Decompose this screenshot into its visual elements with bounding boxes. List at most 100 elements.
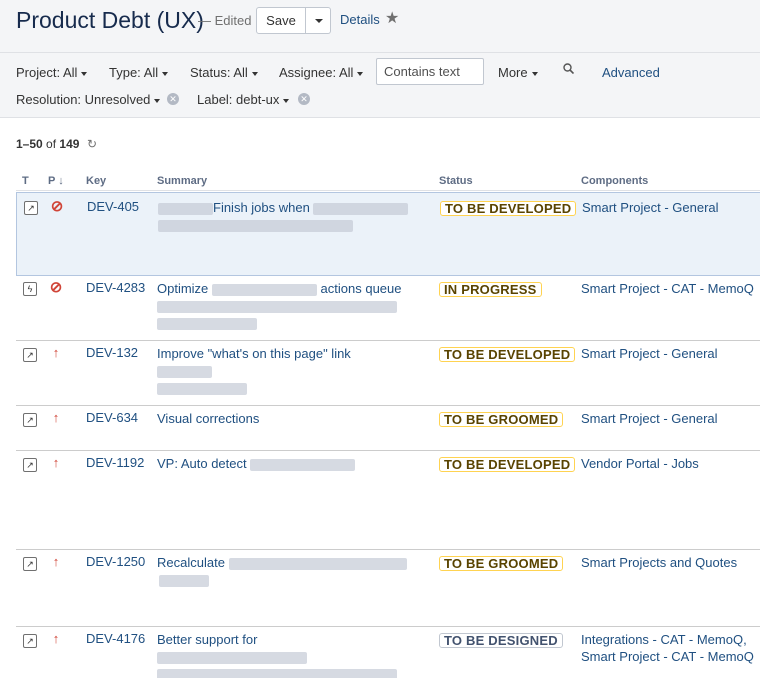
issue-key[interactable]: DEV-4283 bbox=[86, 280, 145, 295]
story-icon: ↗ bbox=[24, 201, 38, 215]
issue-key[interactable]: DEV-634 bbox=[86, 410, 138, 425]
column-header-status[interactable]: Status bbox=[439, 175, 473, 187]
status-filter[interactable]: Status: All bbox=[190, 65, 258, 80]
table-row[interactable]: ↗ ↑ DEV-1250 Recalculate TO BE GROOMED S… bbox=[16, 550, 760, 627]
chevron-down-icon bbox=[283, 98, 290, 103]
type-filter-label: Type: All bbox=[109, 65, 159, 80]
chevron-down-icon bbox=[357, 71, 364, 76]
issue-summary[interactable]: Recalculate bbox=[157, 554, 409, 588]
issue-component[interactable]: Vendor Portal - Jobs bbox=[581, 455, 699, 472]
table-row[interactable]: ϟ ⊘ DEV-4283 Optimize actions queue IN P… bbox=[16, 276, 760, 341]
status-badge: TO BE DEVELOPED bbox=[439, 347, 576, 362]
redacted-text bbox=[158, 219, 353, 232]
page-title: Product Debt (UX) bbox=[16, 7, 204, 33]
table-row[interactable]: ↗ ↑ DEV-634 Visual corrections TO BE GRO… bbox=[16, 406, 760, 451]
page-header: Product Debt (UX) — Edited Save Details … bbox=[0, 0, 760, 53]
edited-indicator: — Edited bbox=[198, 13, 252, 28]
issue-summary[interactable]: VP: Auto detect bbox=[157, 455, 409, 472]
redacted-text bbox=[313, 202, 409, 215]
advanced-search-link[interactable]: Advanced bbox=[602, 65, 660, 80]
issue-component[interactable]: Smart Project - General bbox=[582, 199, 719, 216]
redacted-text bbox=[157, 668, 397, 678]
redacted-text bbox=[157, 317, 257, 330]
chevron-down-icon bbox=[162, 71, 169, 76]
status-badge: TO BE GROOMED bbox=[439, 412, 564, 427]
blocker-priority-icon: ⊘ bbox=[50, 198, 64, 215]
issue-component[interactable]: Integrations - CAT - MemoQ, Smart Projec… bbox=[581, 631, 754, 665]
more-filter-label: More bbox=[498, 65, 528, 80]
results-total: 149 bbox=[59, 137, 80, 151]
status-badge: TO BE DESIGNED bbox=[439, 633, 563, 648]
major-priority-icon: ↑ bbox=[52, 345, 60, 360]
issue-key[interactable]: DEV-132 bbox=[86, 345, 138, 360]
issue-summary-text: Finish jobs when bbox=[213, 200, 310, 215]
story-icon: ↗ bbox=[23, 348, 37, 362]
column-header-summary[interactable]: Summary bbox=[157, 175, 207, 187]
save-options-dropdown[interactable] bbox=[306, 7, 331, 34]
assignee-filter[interactable]: Assignee: All bbox=[279, 65, 364, 80]
redacted-text bbox=[157, 651, 307, 664]
clear-label-icon[interactable]: ✕ bbox=[298, 93, 310, 105]
type-filter[interactable]: Type: All bbox=[109, 65, 169, 80]
table-row[interactable]: ↗ ↑ DEV-4176 Better support for TO BE DE… bbox=[16, 627, 760, 678]
project-filter-label: Project: All bbox=[16, 65, 78, 80]
status-badge: IN PROGRESS bbox=[439, 282, 542, 297]
results-count: 1–50 of 149 bbox=[16, 137, 79, 151]
status-badge: TO BE DEVELOPED bbox=[440, 201, 577, 216]
chevron-down-icon bbox=[81, 71, 88, 76]
issue-component[interactable]: Smart Project - CAT - MemoQ bbox=[581, 280, 754, 297]
save-button[interactable]: Save bbox=[256, 7, 306, 34]
table-row[interactable]: ↗ ↑ DEV-132 Improve "what's on this page… bbox=[16, 341, 760, 406]
chevron-down-icon bbox=[251, 71, 258, 76]
issue-key[interactable]: DEV-405 bbox=[87, 199, 139, 214]
column-header-components[interactable]: Components bbox=[581, 175, 648, 187]
story-icon: ↗ bbox=[23, 557, 37, 571]
issue-summary[interactable]: Visual corrections bbox=[157, 410, 409, 427]
status-filter-label: Status: All bbox=[190, 65, 248, 80]
column-header-type[interactable]: T bbox=[22, 175, 29, 187]
label-filter[interactable]: Label: debt-ux bbox=[197, 92, 290, 107]
story-icon: ↗ bbox=[23, 634, 37, 648]
table-row[interactable]: ↗ ⊘ DEV-405 Finish jobs when TO BE DEVEL… bbox=[16, 192, 760, 276]
column-header-key[interactable]: Key bbox=[86, 175, 106, 187]
project-filter[interactable]: Project: All bbox=[16, 65, 88, 80]
task-icon: ϟ bbox=[23, 282, 37, 296]
issue-key[interactable]: DEV-4176 bbox=[86, 631, 145, 646]
resolution-filter[interactable]: Resolution: Unresolved bbox=[16, 92, 161, 107]
details-link[interactable]: Details bbox=[340, 12, 380, 27]
column-header-priority[interactable]: P ↓ bbox=[48, 175, 64, 187]
issue-component[interactable]: Smart Projects and Quotes bbox=[581, 554, 737, 571]
sort-arrow-down-icon: ↓ bbox=[58, 175, 64, 187]
issue-component[interactable]: Smart Project - General bbox=[581, 345, 718, 362]
clear-resolution-icon[interactable]: ✕ bbox=[167, 93, 179, 105]
issue-summary[interactable]: Optimize actions queue bbox=[157, 280, 409, 331]
issue-summary[interactable]: Improve "what's on this page" link bbox=[157, 345, 409, 396]
issue-summary-text: VP: Auto detect bbox=[157, 456, 247, 471]
issue-key[interactable]: DEV-1250 bbox=[86, 554, 145, 569]
issue-key[interactable]: DEV-1192 bbox=[86, 455, 144, 470]
redacted-text bbox=[159, 574, 209, 587]
redacted-text bbox=[211, 283, 317, 296]
chevron-down-icon bbox=[531, 71, 538, 76]
contains-text-input[interactable] bbox=[376, 58, 484, 85]
issue-component-line: Integrations - CAT - MemoQ, bbox=[581, 632, 747, 647]
resolution-filter-label: Resolution: Unresolved bbox=[16, 92, 151, 107]
major-priority-icon: ↑ bbox=[52, 554, 60, 569]
issue-summary-text: Optimize bbox=[157, 281, 209, 296]
issue-summary-text-end: actions queue bbox=[320, 281, 402, 296]
issue-summary[interactable]: Finish jobs when bbox=[158, 199, 410, 233]
status-badge: TO BE GROOMED bbox=[439, 556, 564, 571]
issue-summary[interactable]: Better support for bbox=[157, 631, 409, 678]
refresh-icon[interactable]: ↻ bbox=[87, 137, 97, 151]
table-row[interactable]: ↗ ↑ DEV-1192 VP: Auto detect TO BE DEVEL… bbox=[16, 451, 760, 550]
redacted-text bbox=[158, 202, 213, 215]
story-icon: ↗ bbox=[23, 458, 37, 472]
status-badge: TO BE DEVELOPED bbox=[439, 457, 576, 472]
redacted-text bbox=[157, 365, 212, 378]
search-icon[interactable] bbox=[563, 63, 574, 74]
header-divider bbox=[16, 190, 760, 191]
issue-component[interactable]: Smart Project - General bbox=[581, 410, 718, 427]
star-icon[interactable]: ★ bbox=[385, 8, 399, 28]
more-filter[interactable]: More bbox=[498, 65, 538, 80]
major-priority-icon: ↑ bbox=[52, 410, 60, 425]
